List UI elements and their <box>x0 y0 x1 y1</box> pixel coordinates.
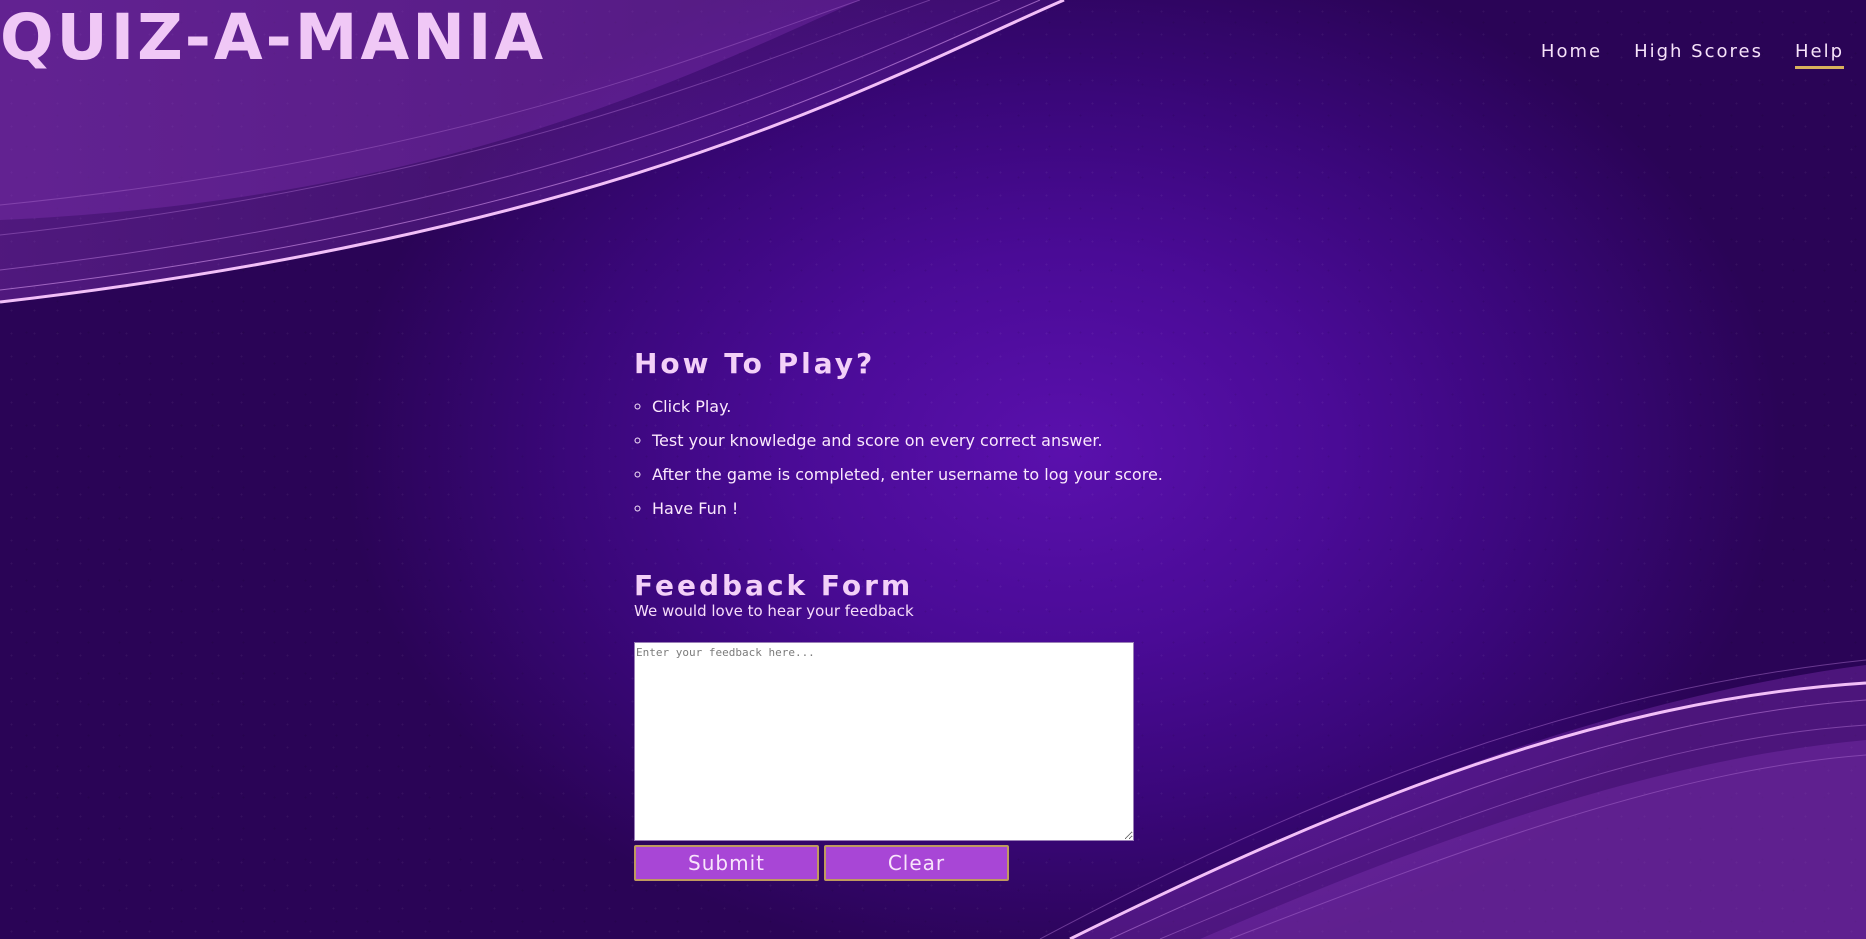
nav-home-link[interactable]: Home <box>1541 41 1602 69</box>
list-item: After the game is completed, enter usern… <box>652 467 1172 483</box>
nav-help-link[interactable]: Help <box>1794 41 1844 69</box>
list-item: Test your knowledge and score on every c… <box>652 433 1172 449</box>
feedback-form-heading: Feedback Form <box>634 569 914 602</box>
feedback-textarea[interactable] <box>634 642 1134 841</box>
feedback-buttons: Submit Clear <box>634 845 1194 881</box>
main-nav: Home High Scores Help <box>1541 41 1844 69</box>
help-content: How To Play? Click Play. Test your knowl… <box>634 347 1194 881</box>
how-to-play-list: Click Play. Test your knowledge and scor… <box>634 399 1172 517</box>
site-logo[interactable]: QUIZ-A-MANIA <box>0 6 546 69</box>
submit-button[interactable]: Submit <box>634 845 819 881</box>
list-item: Click Play. <box>652 399 1172 415</box>
how-to-play-heading: How To Play? <box>634 347 876 380</box>
nav-high-scores-link[interactable]: High Scores <box>1634 41 1763 69</box>
clear-button[interactable]: Clear <box>824 845 1009 881</box>
feedback-subtitle: We would love to hear your feedback <box>634 602 914 620</box>
list-item: Have Fun ! <box>652 501 1172 517</box>
